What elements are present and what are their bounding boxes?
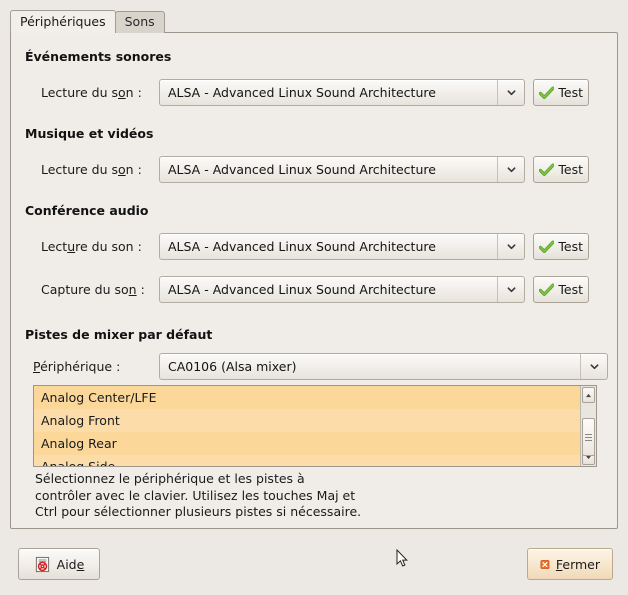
field-row-conference-playback: Lecture du son : ALSA - Advanced Linux S… — [41, 233, 611, 260]
mixer-hint-text: Sélectionnez le périphérique et les pist… — [35, 471, 362, 519]
section-title-mixer-tracks: Pistes de mixer par défaut — [25, 327, 213, 342]
label-conference-playback: Lecture du son : — [41, 239, 142, 254]
test-button-conference-playback-label: Test — [558, 239, 583, 254]
list-item[interactable]: Analog Rear — [34, 432, 580, 455]
close-button-label: Fermer — [555, 556, 600, 572]
field-row-music-playback: Lecture du son : ALSA - Advanced Linux S… — [41, 156, 611, 183]
label-conference-capture: Capture du son : — [41, 282, 145, 297]
combo-conference-capture[interactable]: ALSA - Advanced Linux Sound Architecture — [159, 276, 525, 303]
green-check-icon — [539, 163, 555, 176]
close-button[interactable]: Fermer — [527, 548, 613, 580]
green-check-icon — [539, 240, 555, 253]
combo-mixer-device[interactable]: CA0106 (Alsa mixer) — [159, 353, 608, 380]
chevron-down-icon — [497, 277, 524, 302]
chevron-down-icon — [497, 234, 524, 259]
help-document-icon — [35, 556, 49, 572]
test-button-events-playback[interactable]: Test — [533, 79, 589, 106]
field-row-events-playback: Lecture du son : ALSA - Advanced Linux S… — [41, 79, 611, 106]
mixer-tracks-scrollbar[interactable] — [580, 386, 596, 466]
test-button-conference-capture[interactable]: Test — [533, 276, 589, 303]
field-row-conference-capture: Capture du son : ALSA - Advanced Linux S… — [41, 276, 611, 303]
tab-sons-label: Sons — [124, 14, 155, 30]
section-title-conference-audio: Conférence audio — [25, 203, 149, 218]
chevron-down-icon — [497, 80, 524, 105]
combo-events-playback[interactable]: ALSA - Advanced Linux Sound Architecture — [159, 79, 525, 106]
combo-conference-capture-value: ALSA - Advanced Linux Sound Architecture — [168, 282, 436, 297]
field-row-mixer-device: Périphérique : CA0106 (Alsa mixer) — [33, 353, 613, 380]
scroll-up-arrow-icon[interactable] — [582, 387, 595, 403]
combo-music-playback[interactable]: ALSA - Advanced Linux Sound Architecture — [159, 156, 525, 183]
section-title-evenements-sonores: Événements sonores — [25, 49, 172, 64]
tab-peripheriques-label: Périphériques — [20, 13, 106, 29]
green-check-icon — [539, 86, 555, 99]
label-music-playback: Lecture du son : — [41, 162, 142, 177]
tab-bar: Périphériques Sons — [10, 10, 165, 33]
scrollbar-thumb[interactable] — [582, 418, 595, 456]
combo-conference-playback-value: ALSA - Advanced Linux Sound Architecture — [168, 239, 436, 254]
combo-conference-playback[interactable]: ALSA - Advanced Linux Sound Architecture — [159, 233, 525, 260]
chevron-down-icon — [580, 354, 607, 379]
section-title-musique-videos: Musique et vidéos — [25, 126, 154, 141]
chevron-down-icon — [497, 157, 524, 182]
combo-mixer-device-value: CA0106 (Alsa mixer) — [168, 359, 297, 374]
scrollbar-track[interactable] — [581, 404, 596, 456]
green-check-icon — [539, 283, 555, 296]
mouse-cursor — [396, 549, 408, 567]
combo-events-playback-value: ALSA - Advanced Linux Sound Architecture — [168, 85, 436, 100]
test-button-conference-capture-label: Test — [558, 282, 583, 297]
settings-frame: Événements sonores Lecture du son : ALSA… — [10, 32, 618, 529]
mixer-tracks-list-items: Analog Center/LFE Analog Front Analog Re… — [34, 386, 580, 466]
tab-peripheriques[interactable]: Périphériques — [10, 10, 116, 33]
help-button-label: Aide — [56, 556, 85, 572]
grip-lines-icon — [585, 432, 592, 443]
list-item[interactable]: Analog Center/LFE — [34, 386, 580, 409]
combo-music-playback-value: ALSA - Advanced Linux Sound Architecture — [168, 162, 436, 177]
list-item[interactable]: Analog Front — [34, 409, 580, 432]
label-events-playback: Lecture du son : — [41, 85, 142, 100]
close-x-icon — [540, 559, 550, 569]
list-item[interactable]: Analog Side — [34, 455, 580, 466]
tab-sons[interactable]: Sons — [114, 11, 165, 33]
test-button-music-playback[interactable]: Test — [533, 156, 589, 183]
test-button-events-playback-label: Test — [558, 85, 583, 100]
label-mixer-device: Périphérique : — [33, 359, 121, 374]
mixer-tracks-list[interactable]: Analog Center/LFE Analog Front Analog Re… — [33, 385, 597, 467]
help-button[interactable]: Aide — [18, 548, 100, 580]
test-button-conference-playback[interactable]: Test — [533, 233, 589, 260]
test-button-music-playback-label: Test — [558, 162, 583, 177]
